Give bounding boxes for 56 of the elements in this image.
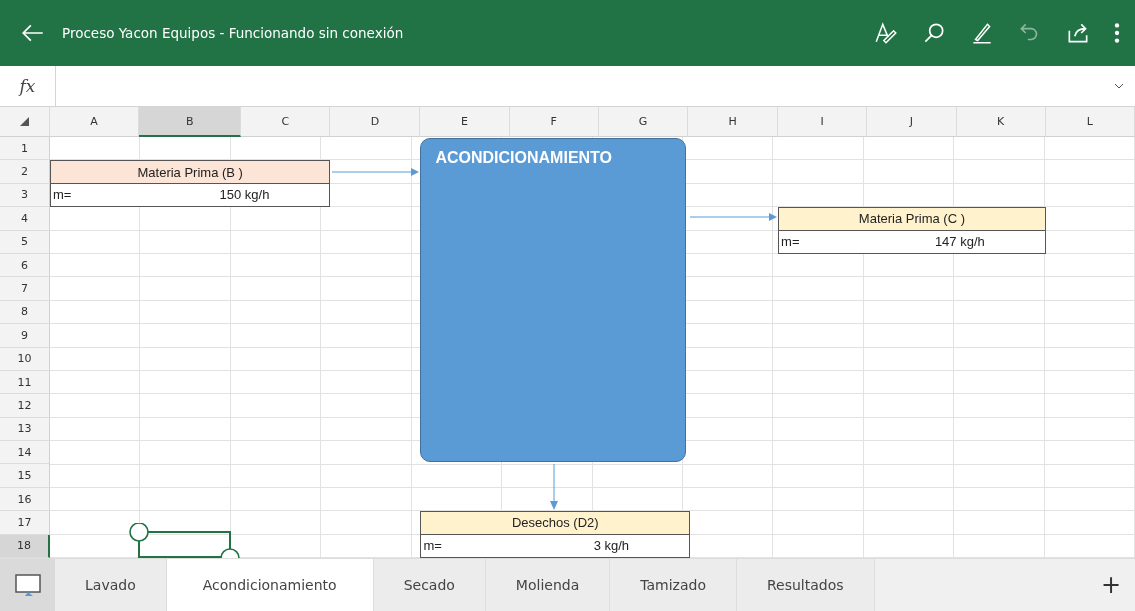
sheet-tab[interactable]: Acondicionamiento [166, 559, 374, 611]
column-header[interactable]: C [241, 107, 331, 137]
row-header[interactable]: 3 [0, 183, 50, 208]
table-cell: m= [423, 538, 442, 554]
row-header[interactable]: 10 [0, 347, 50, 371]
more-icon[interactable] [1113, 20, 1121, 46]
table-cell: 3 kg/h [593, 538, 630, 554]
row-header[interactable]: 11 [0, 370, 50, 395]
process-title: ACONDICIONAMIENTO [435, 149, 613, 166]
window-title: Proceso Yacon Equipos - Funcionando sin conexión [62, 25, 405, 41]
row-header[interactable]: 6 [0, 253, 50, 278]
flow-arrow [550, 464, 559, 511]
row-header[interactable]: 5 [0, 230, 50, 254]
sheet-tab[interactable]: Resultados [737, 559, 875, 611]
column-header[interactable]: A [50, 107, 140, 137]
sheet-view-icon[interactable] [13, 573, 42, 598]
row-header[interactable]: 17 [0, 511, 50, 535]
row-header[interactable]: 13 [0, 417, 50, 442]
table-cell: m= [53, 187, 72, 203]
sheet-tab[interactable]: Secado [373, 559, 486, 611]
sheet-tab[interactable]: Molienda [485, 559, 611, 611]
column-header[interactable]: F [509, 107, 599, 137]
column-header[interactable]: D [330, 107, 421, 137]
column-header[interactable]: H [688, 107, 779, 137]
format-pen-icon[interactable] [873, 20, 899, 46]
column-header[interactable]: K [956, 107, 1046, 137]
select-all-icon[interactable] [20, 117, 29, 126]
row-header[interactable]: 18 [0, 534, 50, 559]
column-header[interactable]: I [778, 107, 868, 137]
row-header[interactable]: 1 [0, 137, 50, 161]
row-header[interactable]: 15 [0, 464, 50, 488]
column-header[interactable]: G [598, 107, 689, 137]
row-header[interactable]: 8 [0, 300, 50, 325]
table-header-cell: Materia Prima (C ) [779, 208, 1045, 231]
row-header[interactable]: 16 [0, 487, 50, 512]
row-header[interactable]: 12 [0, 394, 50, 418]
sheet-tab[interactable]: Tamizado [610, 559, 737, 611]
selection-handles-drawing[interactable] [127, 522, 242, 558]
table-cell: m= [781, 234, 800, 250]
row-header[interactable]: 9 [0, 324, 50, 348]
column-header[interactable]: L [1045, 107, 1135, 137]
row-header[interactable]: 4 [0, 207, 50, 231]
table-header-cell: Desechos (D2) [421, 512, 690, 535]
table-header-cell: Materia Prima (B ) [51, 161, 330, 184]
row-header[interactable]: 14 [0, 441, 50, 465]
table-cell: 150 kg/h [219, 187, 270, 203]
column-header[interactable]: E [420, 107, 510, 137]
row-header[interactable]: 2 [0, 160, 50, 184]
table-cell: 147 kg/h [934, 234, 985, 250]
caret-icon[interactable] [1113, 81, 1125, 91]
formula-label: fx [0, 66, 56, 106]
column-header[interactable]: J [867, 107, 957, 137]
add-sheet-button[interactable]: + [1086, 559, 1135, 611]
sheet-tab[interactable]: Lavado [55, 559, 167, 611]
column-header[interactable]: B [139, 107, 242, 137]
row-header[interactable]: 7 [0, 277, 50, 301]
